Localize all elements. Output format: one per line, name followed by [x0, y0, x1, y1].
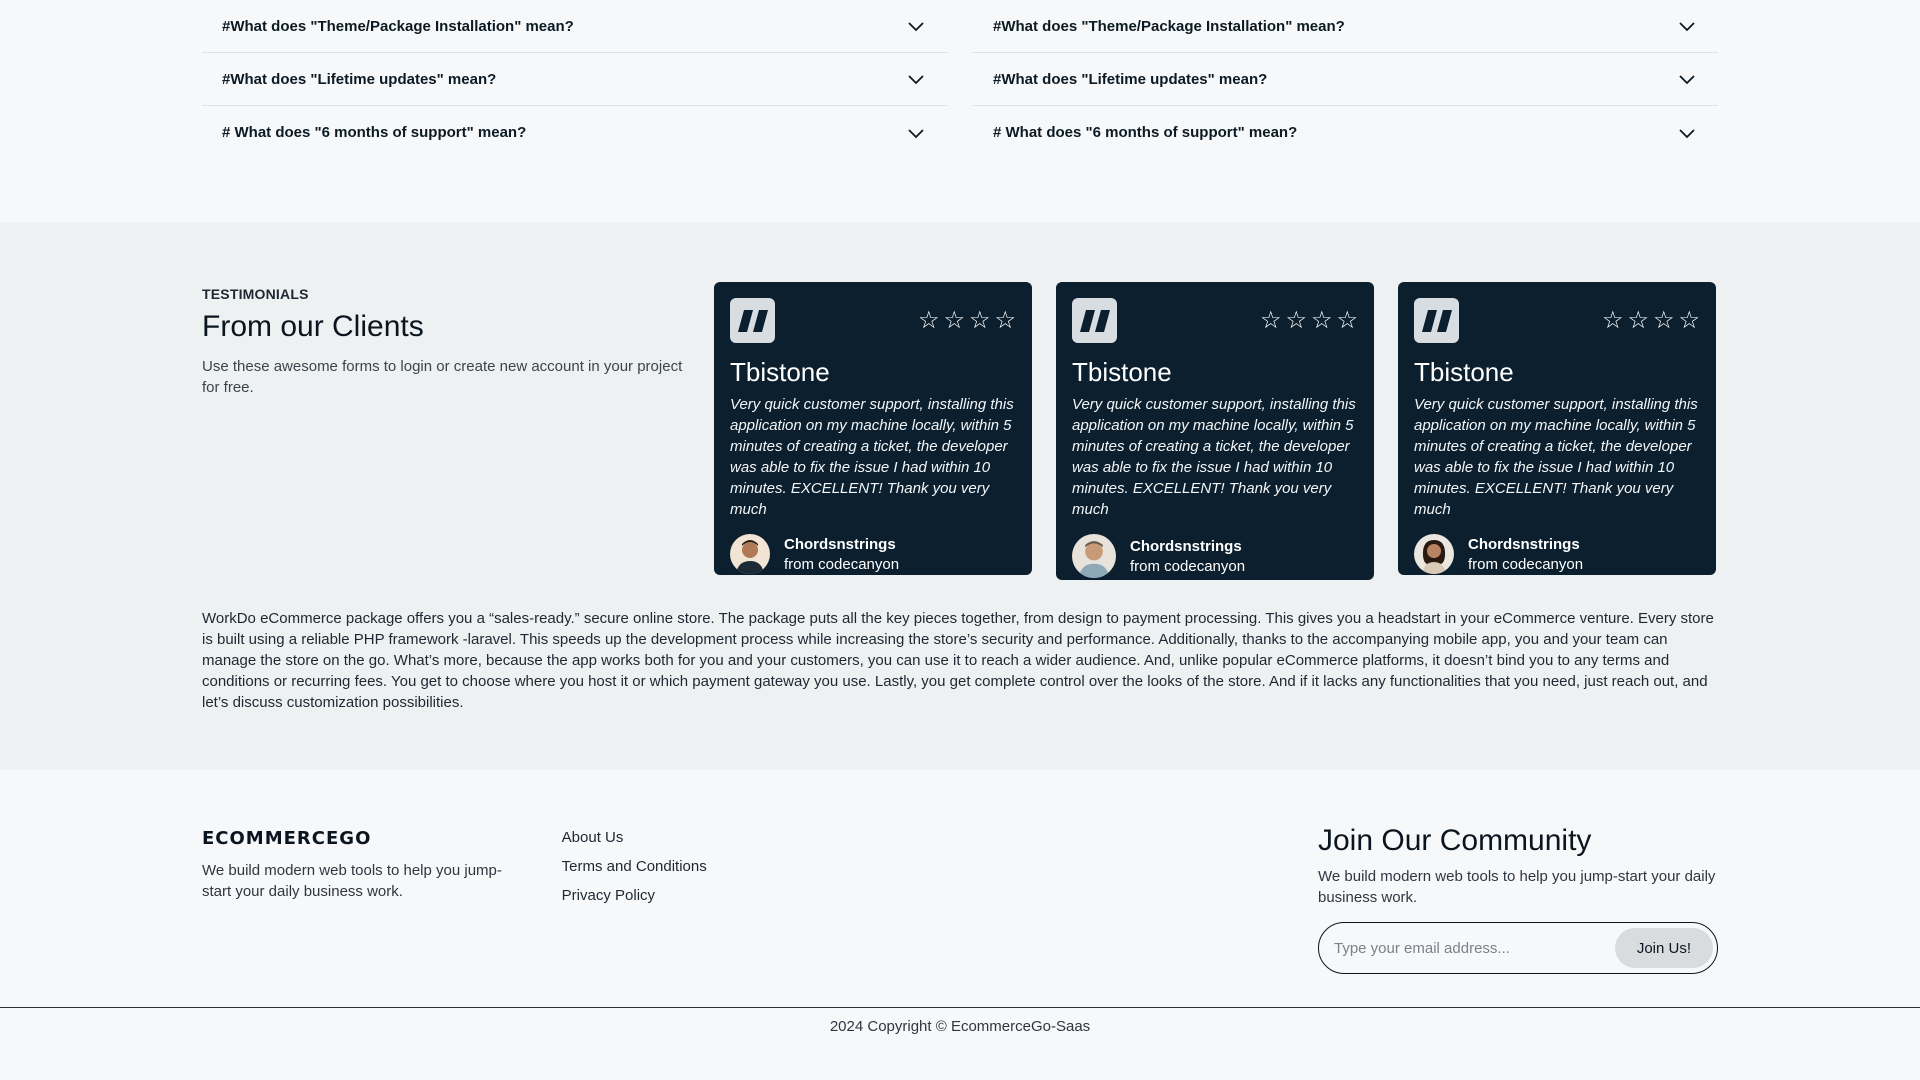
- star-outline-icon: ☆: [1652, 306, 1675, 334]
- author-source: from codecanyon: [1468, 555, 1584, 573]
- chevron-down-icon: [1679, 128, 1695, 138]
- email-input[interactable]: [1334, 939, 1604, 957]
- footer-link-about[interactable]: About Us: [562, 828, 1318, 848]
- star-outline-icon: ☆: [1627, 306, 1649, 334]
- testimonial-card: ☆ ☆ ☆ ☆ Tbistone Very quick customer sup…: [1398, 282, 1716, 575]
- star-outline-icon: ☆: [943, 306, 965, 334]
- join-title: Join Our Community: [1318, 824, 1592, 857]
- quote-icon: [1414, 298, 1459, 343]
- faq-item[interactable]: #What does "Theme/Package Installation" …: [973, 0, 1718, 53]
- rating-stars: ☆ ☆ ☆ ☆: [1601, 306, 1700, 334]
- faq-question: # What does "6 months of support" mean?: [222, 124, 527, 141]
- star-outline-icon: ☆: [1601, 306, 1624, 334]
- chevron-down-icon: [908, 75, 924, 85]
- chevron-down-icon: [908, 22, 924, 32]
- faq-section: #What does "Theme/Package Installation" …: [202, 0, 1718, 222]
- copyright-bar: 2024 Copyright © EcommerceGo-Saas: [0, 1007, 1920, 1044]
- faq-item[interactable]: #What does "Theme/Package Installation" …: [202, 0, 947, 53]
- join-button[interactable]: Join Us!: [1614, 928, 1713, 968]
- testimonial-card: ☆ ☆ ☆ ☆ Tbistone Very quick customer sup…: [1056, 282, 1374, 580]
- section-description: Use these awesome forms to login or crea…: [202, 358, 683, 396]
- star-outline-icon: ☆: [917, 306, 940, 334]
- footer-links: About Us Terms and Conditions Privacy Po…: [562, 828, 1318, 974]
- testimonial-text: Very quick customer support, installing …: [730, 396, 1014, 518]
- author-source: from codecanyon: [784, 555, 900, 573]
- rating-stars: ☆ ☆ ☆ ☆: [917, 306, 1016, 334]
- testimonial-cards: ☆ ☆ ☆ ☆ Tbistone Very quick customer sup…: [714, 282, 1716, 580]
- author-name: Chordsnstrings: [1468, 535, 1580, 553]
- star-outline-icon: ☆: [1310, 306, 1333, 334]
- faq-item[interactable]: #What does "Lifetime updates" mean?: [202, 53, 947, 106]
- star-outline-icon: ☆: [968, 306, 991, 334]
- star-outline-icon: ☆: [1285, 306, 1307, 334]
- testimonial-title: Tbistone: [1414, 357, 1514, 387]
- testimonial-title: Tbistone: [730, 357, 830, 387]
- star-outline-icon: ☆: [994, 306, 1016, 334]
- faq-item[interactable]: #What does "Lifetime updates" mean?: [973, 53, 1718, 106]
- quote-icon: [1072, 298, 1117, 343]
- footer-brand-description: We build modern web tools to help you ju…: [202, 862, 502, 900]
- chevron-down-icon: [908, 128, 924, 138]
- faq-question: #What does "Theme/Package Installation" …: [222, 17, 574, 35]
- faq-question: # What does "6 months of support" mean?: [993, 124, 1298, 141]
- star-outline-icon: ☆: [1259, 306, 1282, 334]
- section-title: From our Clients: [202, 310, 424, 343]
- chevron-down-icon: [1679, 75, 1695, 85]
- faq-question: #What does "Lifetime updates" mean?: [222, 70, 497, 88]
- brand-logo[interactable]: ECOMMERCEGO: [202, 828, 384, 846]
- footer-link-privacy[interactable]: Privacy Policy: [562, 886, 1318, 906]
- testimonial-title: Tbistone: [1072, 357, 1172, 387]
- author-name: Chordsnstrings: [784, 535, 896, 553]
- testimonials-section: TESTIMONIALS From our Clients Use these …: [0, 222, 1920, 770]
- section-kicker: TESTIMONIALS: [202, 286, 309, 302]
- quote-icon: [730, 298, 775, 343]
- author-source: from codecanyon: [1130, 557, 1246, 575]
- author-name: Chordsnstrings: [1130, 537, 1242, 555]
- faq-item[interactable]: # What does "6 months of support" mean?: [202, 106, 947, 159]
- about-paragraph: WorkDo eCommerce package offers you a “s…: [202, 610, 1714, 711]
- star-outline-icon: ☆: [1336, 306, 1358, 334]
- join-community: Join Our Community We build modern web t…: [1318, 824, 1718, 974]
- join-description: We build modern web tools to help you ju…: [1318, 868, 1716, 906]
- testimonial-card: ☆ ☆ ☆ ☆ Tbistone Very quick customer sup…: [714, 282, 1032, 575]
- svg-text:ECOMMERCEGO: ECOMMERCEGO: [202, 828, 371, 846]
- faq-question: #What does "Lifetime updates" mean?: [993, 70, 1268, 88]
- testimonials-intro: TESTIMONIALS From our Clients Use these …: [202, 282, 714, 580]
- rating-stars: ☆ ☆ ☆ ☆: [1259, 306, 1358, 334]
- chevron-down-icon: [1679, 22, 1695, 32]
- testimonial-text: Very quick customer support, installing …: [1072, 396, 1356, 518]
- faq-column-right: #What does "Theme/Package Installation" …: [973, 0, 1718, 222]
- newsletter-form: Join Us!: [1318, 922, 1718, 974]
- avatar: [1072, 534, 1116, 578]
- faq-question: #What does "Theme/Package Installation" …: [993, 17, 1345, 35]
- testimonial-text: Very quick customer support, installing …: [1414, 396, 1698, 518]
- avatar: [1414, 534, 1454, 574]
- copyright-text: 2024 Copyright © EcommerceGo-Saas: [829, 1017, 1091, 1035]
- faq-column-left: #What does "Theme/Package Installation" …: [202, 0, 947, 222]
- footer-link-terms[interactable]: Terms and Conditions: [562, 857, 1318, 877]
- star-outline-icon: ☆: [1678, 306, 1700, 334]
- avatar: [730, 534, 770, 574]
- footer: ECOMMERCEGO We build modern web tools to…: [0, 770, 1920, 1044]
- footer-brand: ECOMMERCEGO We build modern web tools to…: [202, 828, 562, 974]
- faq-item[interactable]: # What does "6 months of support" mean?: [973, 106, 1718, 159]
